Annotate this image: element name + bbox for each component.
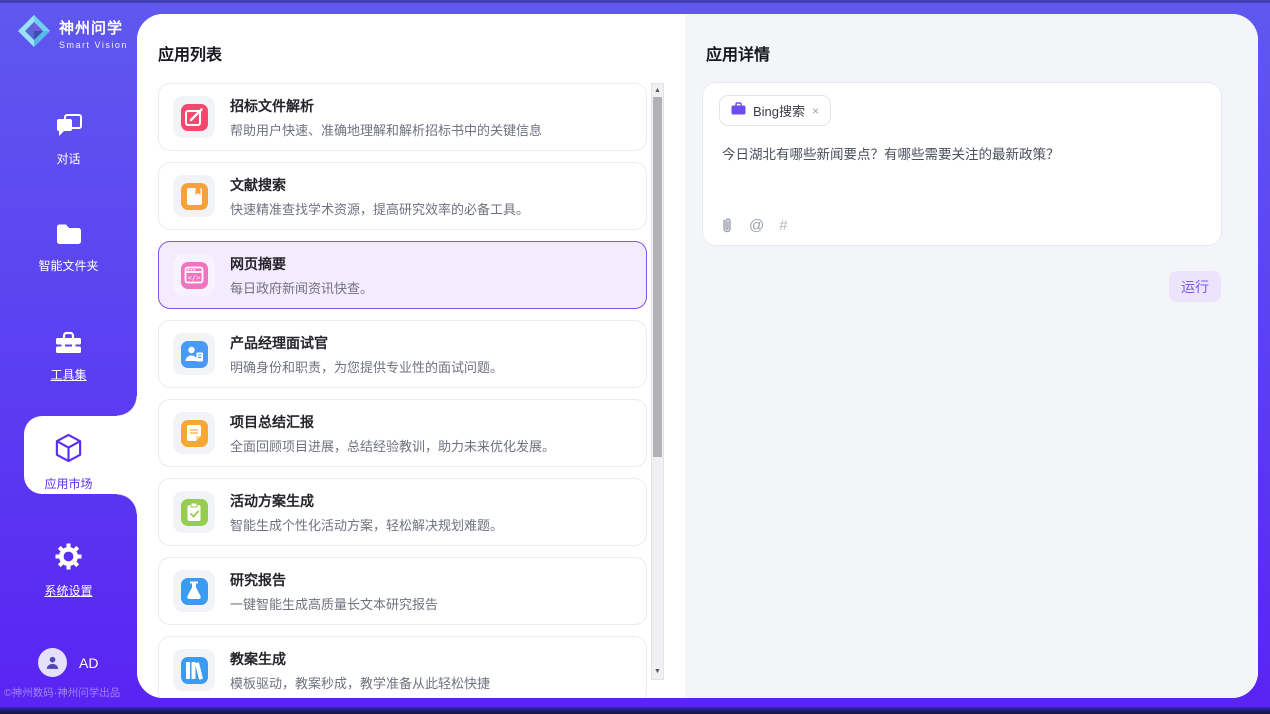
- app-card[interactable]: 项目总结汇报全面回顾项目进展，总结经验教训，助力未来优化发展。: [158, 399, 647, 467]
- app-card-desc: 每日政府新闻资讯快查。: [230, 278, 373, 297]
- app-card-texts: 文献搜索快速精准查找学术资源，提高研究效率的必备工具。: [230, 175, 529, 218]
- note-icon: [181, 420, 208, 447]
- sidebar-item-label: 对话: [56, 150, 80, 167]
- interview-icon: [181, 341, 208, 368]
- app-card-desc: 模板驱动，教案秒成，教学准备从此轻松快捷: [230, 673, 490, 692]
- app-card-texts: 网页摘要每日政府新闻资讯快查。: [230, 254, 373, 297]
- app-card[interactable]: 文献搜索快速精准查找学术资源，提高研究效率的必备工具。: [158, 162, 647, 230]
- tool-tag-close-icon[interactable]: ×: [812, 104, 819, 118]
- toolbox-icon: [54, 330, 83, 360]
- app-card[interactable]: </> 网页摘要每日政府新闻资讯快查。: [158, 241, 647, 309]
- brand-subtitle: Smart Vision: [59, 40, 128, 50]
- sidebar: 神州问学 Smart Vision 对话智能文件夹工具集应用市场系统设置 AD …: [0, 0, 137, 714]
- app-card-texts: 产品经理面试官明确身份和职责，为您提供专业性的面试问题。: [230, 333, 503, 376]
- clipboard-icon: [181, 499, 208, 526]
- app-icon-tile: [173, 96, 215, 138]
- app-icon-tile: [173, 491, 215, 533]
- app-icon-tile: [173, 649, 215, 691]
- app-card-title: 招标文件解析: [230, 96, 542, 116]
- app-card[interactable]: 研究报告一键智能生成高质量长文本研究报告: [158, 557, 647, 625]
- brand-text: 神州问学 Smart Vision: [59, 17, 128, 50]
- edit-icon: [181, 104, 208, 131]
- attachment-toolbar: @ #: [720, 217, 788, 234]
- app-card-title: 产品经理面试官: [230, 333, 503, 353]
- book-icon: [181, 183, 208, 210]
- app-card-desc: 明确身份和职责，为您提供专业性的面试问题。: [230, 357, 503, 376]
- hash-icon[interactable]: #: [779, 217, 787, 234]
- run-button[interactable]: 运行: [1169, 271, 1221, 302]
- app-card-desc: 智能生成个性化活动方案，轻松解决规划难题。: [230, 515, 503, 534]
- app-card-desc: 帮助用户快速、准确地理解和解析招标书中的关键信息: [230, 120, 542, 139]
- sidebar-item-gear[interactable]: 系统设置: [0, 542, 137, 599]
- cube-icon: [53, 432, 84, 469]
- app-card-title: 教案生成: [230, 649, 490, 669]
- sidebar-item-toolbox[interactable]: 工具集: [0, 330, 137, 383]
- app-card-title: 项目总结汇报: [230, 412, 555, 432]
- app-icon-tile: [173, 175, 215, 217]
- app-detail-title: 应用详情: [706, 41, 770, 65]
- app-card[interactable]: 招标文件解析帮助用户快速、准确地理解和解析招标书中的关键信息: [158, 83, 647, 151]
- app-detail-panel: 应用详情 Bing搜索 × 今日湖北有哪些新闻要点？有哪些需要关注的最新政策？: [685, 14, 1258, 698]
- brand-name: 神州问学: [59, 17, 128, 38]
- app-icon-tile: [173, 570, 215, 612]
- main-content: 应用列表 招标文件解析帮助用户快速、准确地理解和解析招标书中的关键信息文献搜索快…: [137, 14, 1258, 698]
- books-icon: [181, 657, 208, 684]
- app-card-title: 网页摘要: [230, 254, 373, 274]
- scroll-down-arrow[interactable]: ▼: [652, 665, 663, 677]
- scrollbar[interactable]: ▲ ▼: [651, 83, 664, 680]
- sidebar-item-label: 智能文件夹: [38, 257, 98, 274]
- app-list-title: 应用列表: [158, 41, 222, 65]
- gear-icon: [54, 542, 83, 576]
- svg-text:</>: </>: [188, 274, 201, 282]
- sidebar-item-label: 系统设置: [44, 582, 92, 599]
- app-card-texts: 招标文件解析帮助用户快速、准确地理解和解析招标书中的关键信息: [230, 96, 542, 139]
- person-icon: [44, 654, 61, 671]
- app-list-panel: 应用列表 招标文件解析帮助用户快速、准确地理解和解析招标书中的关键信息文献搜索快…: [137, 14, 685, 698]
- paperclip-icon[interactable]: [720, 217, 734, 234]
- app-card-desc: 快速精准查找学术资源，提高研究效率的必备工具。: [230, 199, 529, 218]
- user-name: AD: [79, 655, 98, 671]
- brand: 神州问学 Smart Vision: [16, 13, 128, 54]
- app-icon-tile: </>: [173, 254, 215, 296]
- app-card-title: 研究报告: [230, 570, 438, 590]
- folder-icon: [55, 222, 83, 251]
- app-icon-tile: [173, 333, 215, 375]
- app-card[interactable]: 产品经理面试官明确身份和职责，为您提供专业性的面试问题。: [158, 320, 647, 388]
- sidebar-item-chat[interactable]: 对话: [0, 112, 137, 167]
- sidebar-item-label: 应用市场: [44, 475, 92, 492]
- copyright: ©神州数码·神州问学出品: [4, 685, 137, 700]
- app-card-desc: 全面回顾项目进展，总结经验教训，助力未来优化发展。: [230, 436, 555, 455]
- tool-tag-label: Bing搜索: [753, 101, 805, 120]
- scroll-up-arrow[interactable]: ▲: [652, 84, 663, 96]
- scrollbar-thumb[interactable]: [653, 97, 662, 457]
- app-card-desc: 一键智能生成高质量长文本研究报告: [230, 594, 438, 613]
- tool-tag-bing-search[interactable]: Bing搜索 ×: [719, 95, 831, 126]
- avatar: [38, 648, 67, 677]
- app-card[interactable]: 活动方案生成智能生成个性化活动方案，轻松解决规划难题。: [158, 478, 647, 546]
- app-window: 神州问学 Smart Vision 对话智能文件夹工具集应用市场系统设置 AD …: [0, 0, 1270, 714]
- app-card-texts: 研究报告一键智能生成高质量长文本研究报告: [230, 570, 438, 613]
- app-card-texts: 项目总结汇报全面回顾项目进展，总结经验教训，助力未来优化发展。: [230, 412, 555, 455]
- app-card-title: 活动方案生成: [230, 491, 503, 511]
- at-icon[interactable]: @: [749, 217, 764, 234]
- sidebar-item-folder[interactable]: 智能文件夹: [0, 222, 137, 274]
- prompt-card: Bing搜索 × 今日湖北有哪些新闻要点？有哪些需要关注的最新政策？ @ #: [702, 82, 1222, 246]
- app-card-list: 招标文件解析帮助用户快速、准确地理解和解析招标书中的关键信息文献搜索快速精准查找…: [158, 83, 647, 698]
- user-profile[interactable]: AD: [38, 648, 98, 677]
- chat-icon: [54, 112, 84, 144]
- app-card[interactable]: 教案生成模板驱动，教案秒成，教学准备从此轻松快捷: [158, 636, 647, 698]
- sidebar-item-cube[interactable]: 应用市场: [0, 432, 137, 492]
- sidebar-item-label: 工具集: [50, 366, 86, 383]
- app-icon-tile: [173, 412, 215, 454]
- briefcase-icon: [731, 102, 746, 120]
- app-card-title: 文献搜索: [230, 175, 529, 195]
- window-bottom-edge: [0, 707, 1270, 714]
- brand-logo-icon: [16, 13, 52, 54]
- app-card-texts: 教案生成模板驱动，教案秒成，教学准备从此轻松快捷: [230, 649, 490, 692]
- report-icon: [181, 578, 208, 605]
- query-text[interactable]: 今日湖北有哪些新闻要点？有哪些需要关注的最新政策？: [722, 145, 1202, 165]
- app-card-texts: 活动方案生成智能生成个性化活动方案，轻松解决规划难题。: [230, 491, 503, 534]
- browser-icon: </>: [181, 262, 208, 289]
